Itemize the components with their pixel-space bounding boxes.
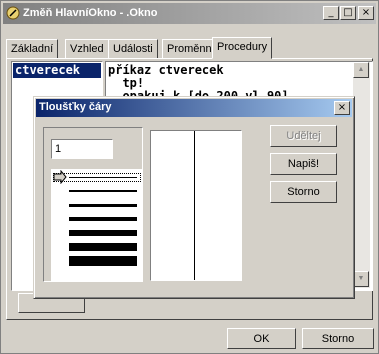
line-width-sample[interactable] xyxy=(69,243,137,251)
write-button[interactable]: Napiš! xyxy=(270,153,337,175)
dialog-cancel-button[interactable]: Storno xyxy=(270,181,337,203)
tab-udalosti[interactable]: Události xyxy=(108,39,158,59)
line-width-sample[interactable] xyxy=(69,230,137,236)
ok-button[interactable]: OK xyxy=(227,328,296,349)
dialog-title: Tloušťky čáry xyxy=(39,101,112,113)
dialog-close-button[interactable]: × xyxy=(334,101,350,115)
line-width-sample[interactable] xyxy=(69,190,137,192)
cancel-button[interactable]: Storno xyxy=(302,328,374,349)
line-width-sample[interactable] xyxy=(69,256,137,266)
maximize-button[interactable]: □ xyxy=(340,6,356,20)
minimize-button[interactable]: _ xyxy=(323,6,339,20)
scroll-up-arrow-icon[interactable]: ▲ xyxy=(353,62,369,78)
preview-line xyxy=(194,131,195,280)
tab-zakladni[interactable]: Základní xyxy=(6,39,59,59)
app-icon xyxy=(6,6,20,20)
apply-button[interactable]: Uděltej xyxy=(270,125,337,147)
close-button[interactable]: × xyxy=(358,6,374,20)
width-input[interactable]: 1 xyxy=(51,139,113,159)
line-width-dialog: Tloušťky čáry × 1 Uděltej Napiš! Storno xyxy=(33,96,355,299)
line-width-sample[interactable] xyxy=(69,217,137,221)
line-preview xyxy=(150,130,242,281)
scroll-down-arrow-icon[interactable]: ▼ xyxy=(353,271,369,287)
line-width-sample[interactable] xyxy=(69,204,137,207)
tab-procedury[interactable]: Procedury xyxy=(212,37,273,59)
line-width-sample[interactable] xyxy=(69,177,137,178)
procedure-list-item[interactable]: ctverecek xyxy=(13,63,101,78)
main-window-title: Změň HlavníOkno - .Okno xyxy=(23,7,158,19)
line-width-list[interactable] xyxy=(51,169,143,281)
tab-vzhled[interactable]: Vzhled xyxy=(65,39,109,59)
code-scrollbar[interactable]: ▲ ▼ xyxy=(353,62,370,288)
main-title-bar[interactable]: Změň HlavníOkno - .Okno _ □ × xyxy=(3,3,376,24)
line-samples xyxy=(65,169,141,281)
dialog-title-bar[interactable]: Tloušťky čáry × xyxy=(36,99,352,117)
